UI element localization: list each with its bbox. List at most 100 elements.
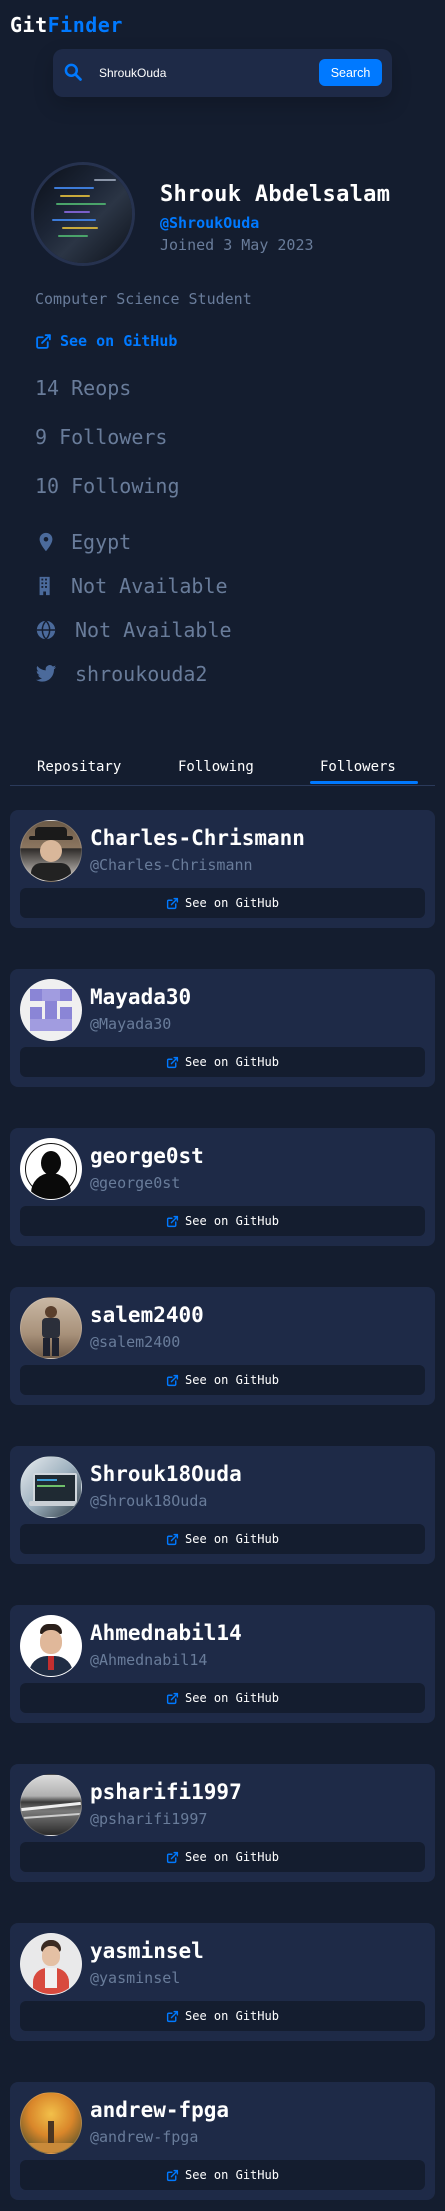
button-label: See on GitHub [185, 2009, 279, 2023]
profile-bio: Computer Science Student [35, 290, 252, 308]
list-item: george0st @george0st See on GitHub [10, 1128, 435, 1246]
button-label: See on GitHub [185, 1691, 279, 1705]
location-pin-icon [39, 532, 53, 552]
repos-count: 14 Reops [35, 376, 132, 400]
follower-handle: @psharifi1997 [90, 1810, 208, 1828]
external-link-icon [166, 1056, 179, 1068]
profile-github-link[interactable]: See on GitHub [35, 332, 177, 350]
app-logo[interactable]: GitFinder [10, 13, 123, 37]
button-label: See on GitHub [185, 1850, 279, 1864]
list-item: Ahmednabil14 @Ahmednabil14 See on GitHub [10, 1605, 435, 1723]
follower-handle: @Charles-Chrismann [90, 856, 253, 874]
follower-name: george0st [90, 1144, 204, 1168]
avatar [20, 1774, 82, 1836]
website-link[interactable]: Not Available [75, 618, 232, 642]
follower-name: yasminsel [90, 1939, 204, 1963]
follower-handle: @george0st [90, 1174, 181, 1192]
follower-name: psharifi1997 [90, 1780, 242, 1804]
list-item: Mayada30 @Mayada30 See on GitHub [10, 969, 435, 1087]
button-label: See on GitHub [185, 1214, 279, 1228]
search-bar: Search [53, 49, 392, 97]
profile-joined-date: Joined 3 May 2023 [160, 236, 314, 254]
globe-icon [36, 619, 56, 641]
avatar [20, 1138, 82, 1200]
tab-bar: Repositary Following Followers [10, 745, 435, 786]
see-on-github-button[interactable]: See on GitHub [20, 1206, 425, 1236]
top-bar: GitFinder Search [0, 0, 445, 120]
see-on-github-button[interactable]: See on GitHub [20, 1842, 425, 1872]
list-item: andrew-fpga @andrew-fpga See on GitHub [10, 2082, 435, 2200]
github-link-label: See on GitHub [60, 332, 178, 350]
button-label: See on GitHub [185, 1532, 279, 1546]
external-link-icon [166, 1851, 179, 1863]
see-on-github-button[interactable]: See on GitHub [20, 1524, 425, 1554]
tab-repositary[interactable]: Repositary [37, 759, 121, 775]
follower-name: andrew-fpga [90, 2098, 230, 2122]
follower-name: Ahmednabil14 [90, 1621, 242, 1645]
location-row: Egypt [35, 530, 131, 554]
search-input[interactable] [87, 61, 299, 85]
avatar [20, 1933, 82, 1995]
following-count: 10 Following [35, 474, 180, 498]
logo-finder: Finder [47, 13, 123, 37]
list-item: Charles-Chrismann @Charles-Chrismann See… [10, 810, 435, 928]
external-link-icon [166, 1374, 179, 1386]
tab-following[interactable]: Following [178, 759, 254, 775]
follower-name: Mayada30 [90, 985, 192, 1009]
company-row: Not Available [35, 574, 228, 598]
twitter-row: shroukouda2 [35, 662, 207, 686]
avatar [20, 1297, 82, 1359]
see-on-github-button[interactable]: See on GitHub [20, 2160, 425, 2190]
logo-git: Git [10, 13, 48, 37]
follower-handle: @salem2400 [90, 1333, 181, 1351]
external-link-icon [36, 333, 51, 349]
profile-name: Shrouk Abdelsalam [160, 182, 391, 207]
search-button[interactable]: Search [319, 59, 382, 86]
external-link-icon [166, 897, 179, 909]
building-icon [39, 576, 50, 596]
follower-handle: @Ahmednabil14 [90, 1651, 208, 1669]
follower-name: Shrouk18Ouda [90, 1462, 242, 1486]
profile-section: Shrouk Abdelsalam @ShroukOuda Joined 3 M… [0, 120, 445, 700]
list-item: salem2400 @salem2400 See on GitHub [10, 1287, 435, 1405]
website-row: Not Available [35, 618, 232, 642]
button-label: See on GitHub [185, 1373, 279, 1387]
button-label: See on GitHub [185, 2168, 279, 2182]
avatar [20, 1456, 82, 1518]
external-link-icon [166, 2169, 179, 2181]
avatar [20, 2092, 82, 2154]
button-label: See on GitHub [185, 896, 279, 910]
external-link-icon [166, 1692, 179, 1704]
profile-avatar [34, 165, 132, 263]
see-on-github-button[interactable]: See on GitHub [20, 2001, 425, 2031]
external-link-icon [166, 2010, 179, 2022]
follower-handle: @Mayada30 [90, 1015, 172, 1033]
follower-name: salem2400 [90, 1303, 204, 1327]
follower-handle: @andrew-fpga [90, 2128, 199, 2146]
see-on-github-button[interactable]: See on GitHub [20, 888, 425, 918]
location-text: Egypt [71, 530, 132, 554]
follower-handle: @Shrouk18Ouda [90, 1492, 208, 1510]
company-text: Not Available [71, 574, 228, 598]
list-item: psharifi1997 @psharifi1997 See on GitHub [10, 1764, 435, 1882]
button-label: See on GitHub [185, 1055, 279, 1069]
follower-handle: @yasminsel [90, 1969, 181, 1987]
external-link-icon [166, 1215, 179, 1227]
avatar [20, 1615, 82, 1677]
see-on-github-button[interactable]: See on GitHub [20, 1365, 425, 1395]
tab-followers[interactable]: Followers [320, 759, 396, 775]
see-on-github-button[interactable]: See on GitHub [20, 1047, 425, 1077]
see-on-github-button[interactable]: See on GitHub [20, 1683, 425, 1713]
profile-handle[interactable]: @ShroukOuda [160, 214, 259, 232]
active-tab-indicator [310, 781, 418, 784]
avatar [20, 979, 82, 1041]
avatar [20, 820, 82, 882]
external-link-icon [166, 1533, 179, 1545]
follower-name: Charles-Chrismann [90, 826, 305, 850]
list-item: yasminsel @yasminsel See on GitHub [10, 1923, 435, 2041]
twitter-icon [35, 665, 57, 682]
followers-count: 9 Followers [35, 425, 168, 449]
twitter-handle[interactable]: shroukouda2 [75, 662, 207, 686]
search-icon [64, 63, 82, 81]
list-item: Shrouk18Ouda @Shrouk18Ouda See on GitHub [10, 1446, 435, 1564]
